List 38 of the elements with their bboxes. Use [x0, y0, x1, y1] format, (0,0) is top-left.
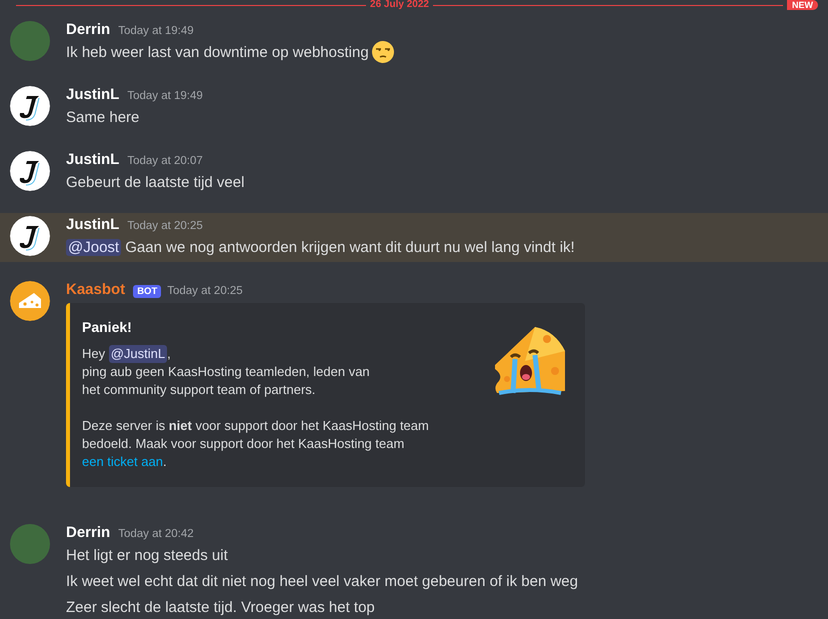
embed-text: Hey: [82, 345, 106, 363]
embed-text: ,: [167, 345, 171, 363]
letter-avatar-icon[interactable]: [10, 86, 50, 126]
timestamp: Today at 20:07: [127, 155, 203, 167]
letter-avatar-icon[interactable]: [10, 151, 50, 191]
user-mention[interactable]: @JustinL: [108, 345, 168, 363]
timestamp: Today at 20:25: [127, 220, 203, 232]
message-text: Gebeurt de laatste tijd veel: [66, 174, 244, 190]
timestamp: Today at 19:49: [118, 25, 194, 37]
cheese-avatar-icon[interactable]: [10, 281, 50, 321]
bot-tag: BOT: [133, 284, 162, 298]
ticket-link[interactable]: een ticket aan: [82, 453, 163, 471]
unamused-face-icon: [372, 41, 394, 63]
author-name[interactable]: JustinL: [66, 151, 120, 168]
author-name[interactable]: Derrin: [66, 524, 110, 541]
author-name[interactable]: Kaasbot: [66, 281, 126, 298]
message-text: Ik weet wel echt dat dit niet nog heel veel vaker moet gebeuren of ik ben weg: [66, 572, 578, 590]
message-text: Ik heb weer last van downtime op webhosting: [66, 44, 369, 60]
embed-text: ping aub geen KaasHosting teamleden, leden van: [82, 363, 370, 381]
timestamp: Today at 20:42: [118, 528, 194, 540]
message-text: Het ligt er nog steeds uit: [66, 546, 228, 564]
letter-avatar-icon[interactable]: [10, 216, 50, 256]
timestamp: Today at 19:49: [127, 90, 203, 102]
author-name[interactable]: Derrin: [66, 21, 110, 38]
embed-text: Deze server is niet voor support door het KaasHosting team: [82, 417, 429, 435]
user-mention[interactable]: @Joost: [66, 238, 122, 256]
author-name[interactable]: JustinL: [66, 86, 120, 103]
embed-text: het community support team of partners.: [82, 381, 316, 399]
message-text: Gaan we nog antwoorden krijgen want dit duurt nu wel lang vindt ik!: [124, 238, 575, 256]
date-divider-text: 26 July 2022: [370, 0, 429, 10]
message-text: Same here: [66, 108, 140, 126]
new-badge: NEW: [787, 0, 818, 10]
embed-text: .: [162, 453, 167, 471]
embed-title: Paniek!: [82, 319, 133, 335]
embed-text: bedoeld. Maak voor support door het KaasHosting team: [82, 435, 404, 453]
author-name[interactable]: JustinL: [66, 216, 120, 233]
timestamp: Today at 20:25: [167, 285, 243, 297]
message-text: Zeer slecht de laatste tijd. Vroeger was het top: [66, 598, 375, 616]
